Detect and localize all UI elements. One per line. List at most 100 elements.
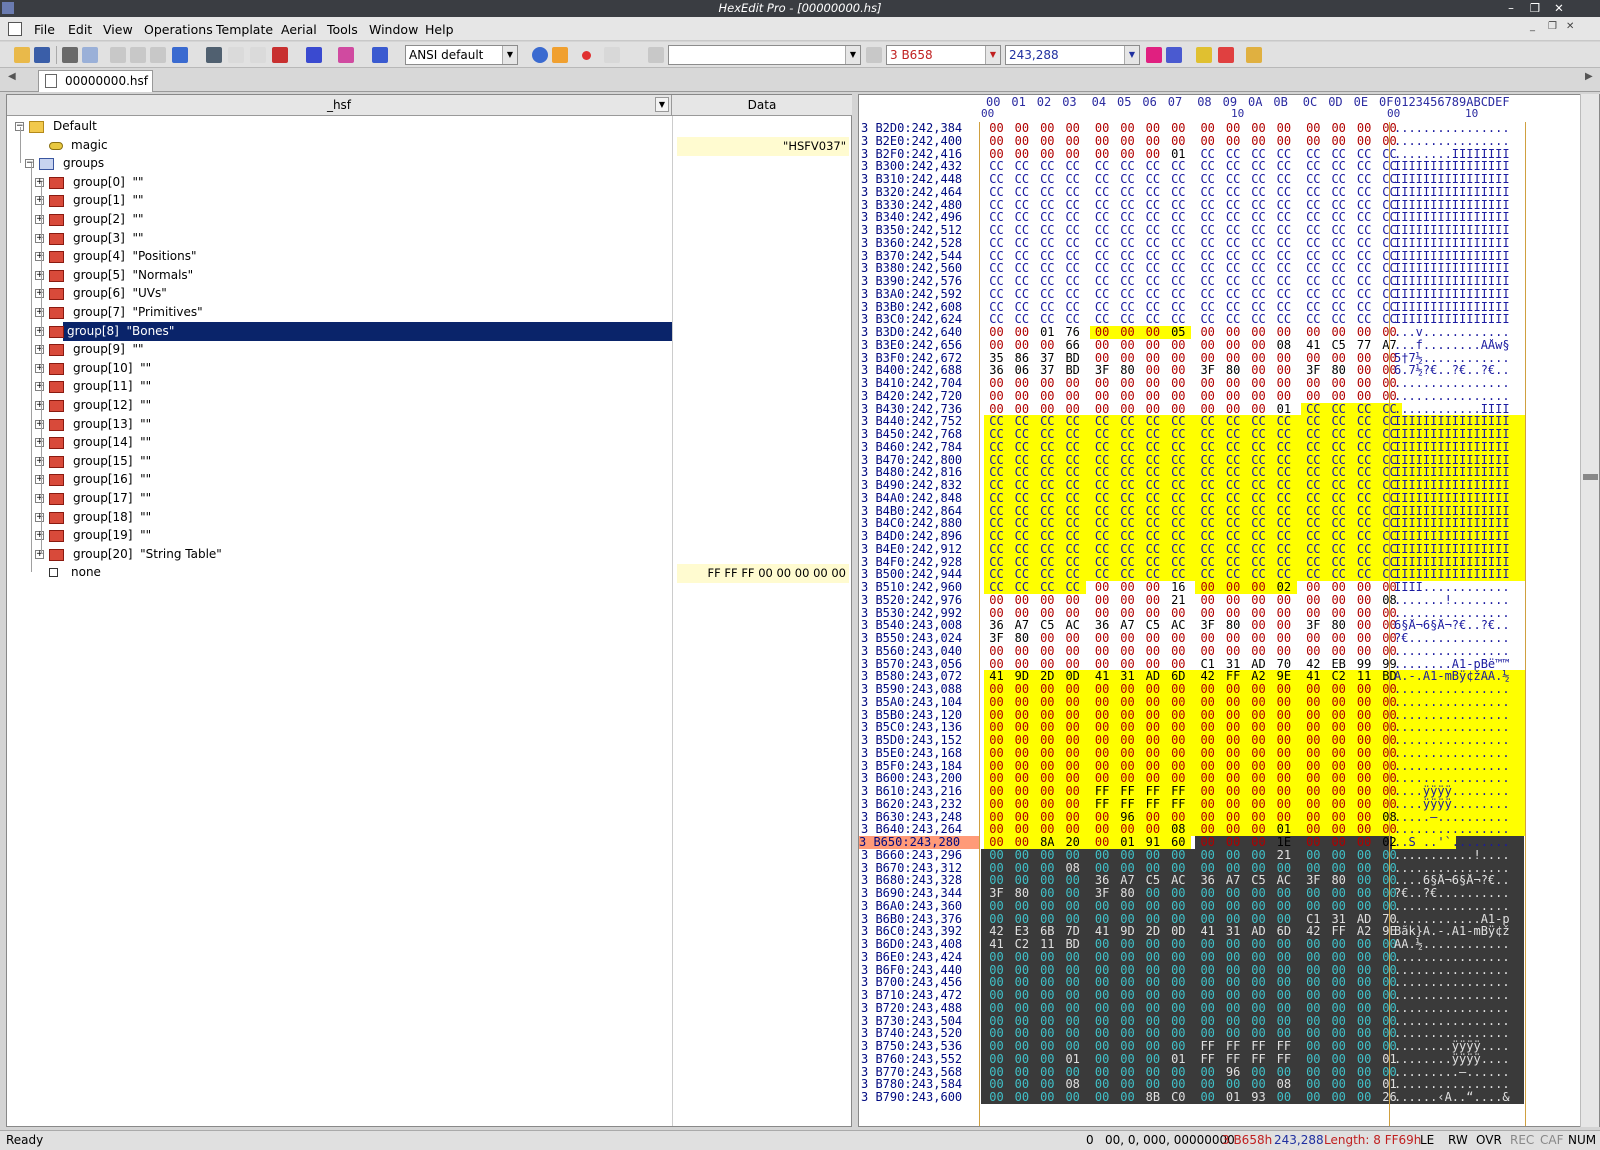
hex-byte[interactable]: CC [1117,236,1138,250]
hex-row[interactable]: 3 B470:242,800 CC CC CC CC CC CC CC CC CC CC CC CC CC… [859,453,1579,467]
hex-byte[interactable]: CC [1248,542,1269,556]
hex-byte[interactable]: 00 [986,695,1007,709]
hex-byte[interactable]: 00 [1142,593,1163,607]
chevron-down-icon[interactable]: ▼ [845,46,860,64]
tab-scroll-left-icon[interactable]: ◀ [8,71,16,82]
hex-byte[interactable]: CC [1354,542,1375,556]
hex-byte[interactable]: CC [1117,287,1138,301]
expand-icon[interactable]: + [35,326,44,336]
hex-byte[interactable]: 00 [1062,1091,1083,1104]
tree-row[interactable]: group[3] "" [7,229,672,248]
hex-byte[interactable]: 00 [1197,950,1218,964]
hex-byte[interactable]: CC [1328,440,1349,454]
expand-icon[interactable]: + [35,419,44,429]
hex-row[interactable]: 3 B630:243,248 00 00 00 00 00 96 00 00 00 00 00 00 00… [859,810,1579,824]
hex-row[interactable]: 3 B550:243,024 3F 80 00 00 00 00 00 00 00 00 00 00 00… [859,632,1579,645]
hex-byte[interactable]: 00 [1011,389,1032,403]
hex-byte[interactable]: 00 [1037,950,1058,964]
hex-byte[interactable]: 00 [1142,644,1163,658]
hex-byte[interactable]: 00 [1303,848,1324,862]
find-icon[interactable] [648,47,664,63]
hex-byte[interactable]: 00 [1197,695,1218,709]
hex-byte[interactable]: CC [1117,491,1138,505]
hex-byte[interactable]: 00 [1354,899,1375,913]
hex-byte[interactable]: 00 [1037,1091,1058,1104]
hex-byte[interactable]: 00 [1223,644,1244,658]
hex-byte[interactable]: 00 [1303,899,1324,913]
hex-byte[interactable]: 00 [1168,899,1189,913]
close-icon[interactable]: ✕ [1548,0,1570,17]
hex-row[interactable]: 3 B520:242,976 00 00 00 00 00 00 00 21 00 00 00 00 00… [859,593,1579,607]
hex-byte[interactable]: 00 [1168,644,1189,658]
hex-byte[interactable]: 00 [1197,848,1218,862]
hex-row[interactable]: 3 B700:243,456 00 00 00 00 00 00 00 00 00 00 00 00 00… [859,976,1579,990]
hex-byte[interactable]: 00 [986,389,1007,403]
hex-row[interactable]: 3 B310:242,448 CC CC CC CC CC CC CC CC CC CC CC CC CC… [859,173,1579,186]
hex-byte[interactable]: 00 [1168,134,1189,148]
hex-byte[interactable]: 00 [1354,848,1375,862]
bookmarks-icon[interactable] [1196,47,1212,63]
hex-byte[interactable]: CC [1117,185,1138,199]
hex-byte[interactable]: 00 [1142,746,1163,760]
hex-byte[interactable]: 00 [1328,950,1349,964]
hex-byte[interactable]: 00 [1117,338,1138,352]
hex-byte[interactable]: 00 [1328,848,1349,862]
hex-byte[interactable]: 00 [986,338,1007,352]
expand-icon[interactable]: + [35,512,44,522]
hex-row[interactable]: 3 B4A0:242,848 CC CC CC CC CC CC CC CC CC CC CC CC CC… [859,491,1579,505]
hex-byte[interactable]: 00 [1273,797,1294,811]
hex-byte[interactable]: CC [986,542,1007,556]
tree-column-header[interactable]: _hsf ▼ [7,95,672,116]
hex-row[interactable]: 3 B370:242,544 CC CC CC CC CC CC CC CC CC CC CC CC CC… [859,249,1579,263]
hex-byte[interactable]: 00 [1248,338,1269,352]
hex-byte[interactable]: CC [986,185,1007,199]
hex-byte[interactable]: 00 [1197,1001,1218,1015]
hex-byte[interactable]: 00 [1248,950,1269,964]
hex-byte[interactable]: CC [1197,542,1218,556]
hex-byte[interactable]: CC [1197,491,1218,505]
hex-byte[interactable]: 00 [986,593,1007,607]
highlight-icon[interactable] [552,47,568,63]
hex-byte[interactable]: CC [1197,236,1218,250]
hex-byte[interactable]: CC [1354,491,1375,505]
hex-byte[interactable]: 00 [1328,899,1349,913]
hex-byte[interactable]: FF [1273,1052,1294,1066]
collapse-icon[interactable]: − [25,159,34,169]
hex-byte[interactable]: 00 [1092,593,1113,607]
bookmark-icon[interactable] [1146,47,1162,63]
hex-byte[interactable]: FF [1223,1052,1244,1066]
hex-byte[interactable]: 93 [1248,1091,1269,1104]
hex-row[interactable]: 3 B610:243,216 00 00 00 00 FF FF FF FF 00 00 00 00 00… [859,785,1579,798]
tree-row[interactable]: group[18] "" [7,508,672,527]
hex-byte[interactable]: 00 [1011,899,1032,913]
hex-byte[interactable]: CC [1354,185,1375,199]
hex-byte[interactable]: 00 [1223,797,1244,811]
hex-row[interactable]: 3 B440:242,752 CC CC CC CC CC CC CC CC CC CC CC CC CC… [859,415,1579,429]
hex-byte[interactable]: CC [1328,491,1349,505]
hex-row[interactable]: 3 B3D0:242,640 00 00 01 76 00 00 00 05 00 00 00 00 00… [859,326,1579,339]
hex-byte[interactable]: CC [1273,236,1294,250]
multibyte-icon[interactable] [372,47,388,63]
hex-row[interactable]: 3 B420:242,720 00 00 00 00 00 00 00 00 00 00 00 00 00… [859,389,1579,403]
expand-icon[interactable]: + [35,196,44,206]
hex-row[interactable]: 3 B590:243,088 00 00 00 00 00 00 00 00 00 00 00 00 00… [859,683,1579,696]
expand-icon[interactable]: + [35,363,44,373]
hex-byte[interactable]: 00 [1092,1052,1113,1066]
hex-byte[interactable]: CC [1168,236,1189,250]
hex-row[interactable]: 3 B490:242,832 CC CC CC CC CC CC CC CC CC CC CC CC CC… [859,479,1579,492]
hex-byte[interactable]: CC [1062,287,1083,301]
hex-byte[interactable]: CC [1223,185,1244,199]
hex-byte[interactable]: CC [1354,236,1375,250]
hex-byte[interactable]: 00 [1273,1001,1294,1015]
hex-byte[interactable]: 00 [1197,797,1218,811]
hex-byte[interactable]: CC [1248,236,1269,250]
hex-byte[interactable]: 00 [1037,389,1058,403]
tree-row[interactable]: group[19] "" [7,526,672,545]
hex-byte[interactable]: 00 [1303,644,1324,658]
hex-byte[interactable]: 00 [1092,1091,1113,1104]
hex-byte[interactable]: CC [1223,440,1244,454]
hex-byte[interactable]: 00 [1062,848,1083,862]
hex-byte[interactable]: 00 [1037,899,1058,913]
tree-row[interactable]: group[7] "Primitives" [7,303,672,322]
tree-row[interactable]: group[2] "" [7,210,672,229]
